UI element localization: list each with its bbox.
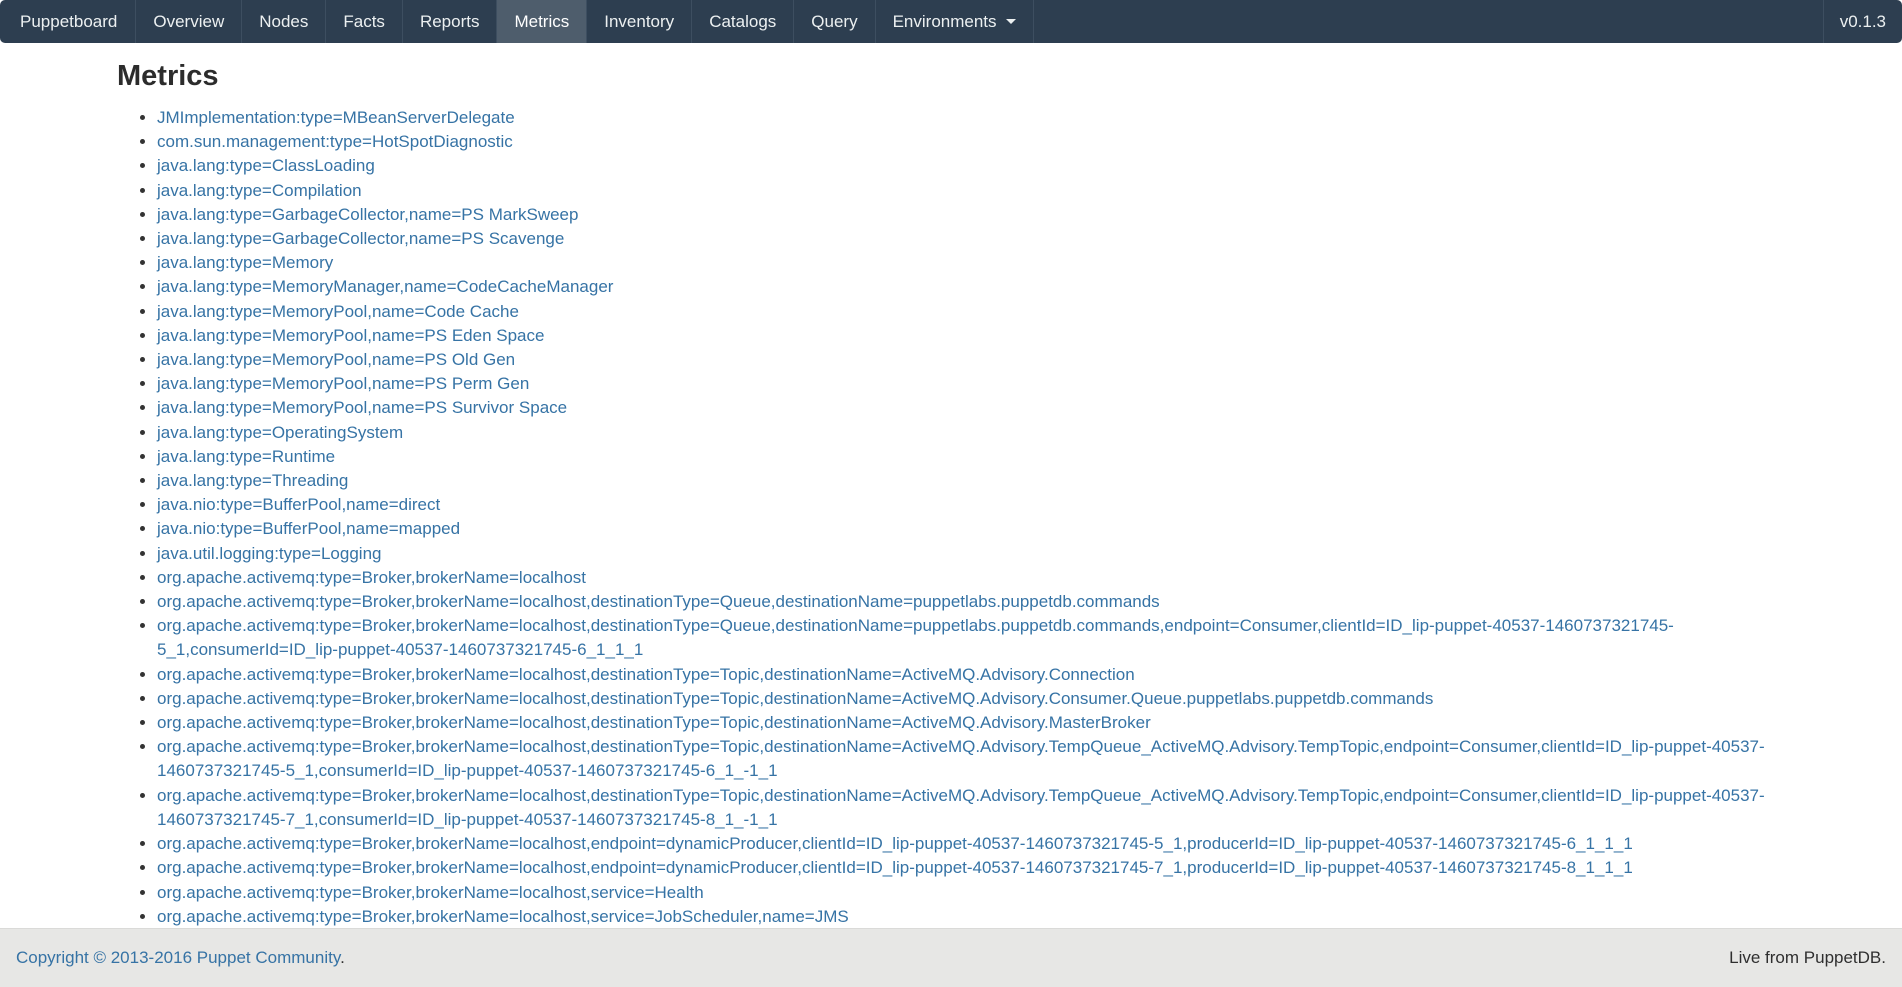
copyright-link[interactable]: Copyright © 2013-2016 Puppet Community — [16, 948, 340, 967]
metric-list-item: java.nio:type=BufferPool,name=mapped — [157, 517, 1785, 541]
chevron-down-icon — [1006, 19, 1016, 24]
metric-link[interactable]: java.lang:type=Runtime — [157, 447, 335, 466]
version-badge: v0.1.3 — [1823, 0, 1902, 43]
metric-link[interactable]: java.util.logging:type=Logging — [157, 544, 381, 563]
metric-list-item: java.lang:type=MemoryPool,name=PS Eden S… — [157, 324, 1785, 348]
metric-list-item: java.nio:type=BufferPool,name=direct — [157, 493, 1785, 517]
metric-link[interactable]: org.apache.activemq:type=Broker,brokerNa… — [157, 665, 1135, 684]
metric-link[interactable]: java.nio:type=BufferPool,name=mapped — [157, 519, 460, 538]
metric-link[interactable]: java.lang:type=GarbageCollector,name=PS … — [157, 205, 578, 224]
navbar-spacer — [1034, 0, 1823, 43]
top-navbar: Puppetboard Overview Nodes Facts Reports… — [0, 0, 1902, 43]
metric-list-item: org.apache.activemq:type=Broker,brokerNa… — [157, 905, 1785, 929]
metric-link[interactable]: java.lang:type=MemoryManager,name=CodeCa… — [157, 277, 613, 296]
metric-list-item: java.lang:type=Threading — [157, 469, 1785, 493]
metric-list-item: org.apache.activemq:type=Broker,brokerNa… — [157, 856, 1785, 880]
metric-list-item: java.lang:type=GarbageCollector,name=PS … — [157, 227, 1785, 251]
metric-list-item: java.lang:type=MemoryPool,name=PS Old Ge… — [157, 348, 1785, 372]
metric-list-item: org.apache.activemq:type=Broker,brokerNa… — [157, 832, 1785, 856]
nav-tab-facts[interactable]: Facts — [326, 0, 403, 43]
main-content: Metrics JMImplementation:type=MBeanServe… — [0, 59, 1902, 929]
nav-tab-inventory[interactable]: Inventory — [587, 0, 692, 43]
metric-list-item: com.sun.management:type=HotSpotDiagnosti… — [157, 130, 1785, 154]
metric-link[interactable]: JMImplementation:type=MBeanServerDelegat… — [157, 108, 515, 127]
metric-list-item: java.util.logging:type=Logging — [157, 542, 1785, 566]
metric-link[interactable]: java.lang:type=Memory — [157, 253, 333, 272]
metric-link[interactable]: org.apache.activemq:type=Broker,brokerNa… — [157, 713, 1151, 732]
metric-list-item: JMImplementation:type=MBeanServerDelegat… — [157, 106, 1785, 130]
metric-link[interactable]: java.lang:type=ClassLoading — [157, 156, 375, 175]
metric-link[interactable]: java.lang:type=MemoryPool,name=PS Surviv… — [157, 398, 567, 417]
metric-list-item: java.lang:type=MemoryPool,name=PS Perm G… — [157, 372, 1785, 396]
copyright-suffix: . — [340, 948, 345, 967]
metric-list-item: org.apache.activemq:type=Broker,brokerNa… — [157, 614, 1785, 662]
metric-list-item: java.lang:type=Memory — [157, 251, 1785, 275]
nav-tab-catalogs[interactable]: Catalogs — [692, 0, 794, 43]
nav-tab-query[interactable]: Query — [794, 0, 875, 43]
nav-tab-environments[interactable]: Environments — [876, 0, 1034, 43]
metric-link[interactable]: java.lang:type=GarbageCollector,name=PS … — [157, 229, 564, 248]
metric-link[interactable]: org.apache.activemq:type=Broker,brokerNa… — [157, 592, 1160, 611]
metric-link[interactable]: org.apache.activemq:type=Broker,brokerNa… — [157, 907, 849, 926]
metric-link[interactable]: org.apache.activemq:type=Broker,brokerNa… — [157, 568, 586, 587]
metric-link[interactable]: java.lang:type=MemoryPool,name=PS Old Ge… — [157, 350, 515, 369]
metric-link[interactable]: org.apache.activemq:type=Broker,brokerNa… — [157, 689, 1433, 708]
metric-link[interactable]: java.lang:type=MemoryPool,name=Code Cach… — [157, 302, 519, 321]
metric-link[interactable]: org.apache.activemq:type=Broker,brokerNa… — [157, 737, 1765, 780]
metric-link[interactable]: java.lang:type=Compilation — [157, 181, 362, 200]
footer: Copyright © 2013-2016 Puppet Community. … — [0, 928, 1902, 987]
metric-list-item: java.lang:type=MemoryManager,name=CodeCa… — [157, 275, 1785, 299]
metric-list-item: java.lang:type=Compilation — [157, 179, 1785, 203]
metric-list-item: org.apache.activemq:type=Broker,brokerNa… — [157, 784, 1785, 832]
metrics-list: JMImplementation:type=MBeanServerDelegat… — [117, 106, 1785, 929]
metric-list-item: java.lang:type=GarbageCollector,name=PS … — [157, 203, 1785, 227]
metric-list-item: org.apache.activemq:type=Broker,brokerNa… — [157, 663, 1785, 687]
metric-link[interactable]: java.lang:type=MemoryPool,name=PS Perm G… — [157, 374, 529, 393]
metric-list-item: org.apache.activemq:type=Broker,brokerNa… — [157, 881, 1785, 905]
footer-copyright: Copyright © 2013-2016 Puppet Community. — [16, 948, 345, 968]
metric-list-item: org.apache.activemq:type=Broker,brokerNa… — [157, 687, 1785, 711]
metric-link[interactable]: java.lang:type=OperatingSystem — [157, 423, 403, 442]
nav-tab-overview[interactable]: Overview — [136, 0, 242, 43]
nav-tab-environments-label: Environments — [893, 12, 997, 32]
metric-link[interactable]: org.apache.activemq:type=Broker,brokerNa… — [157, 786, 1765, 829]
nav-tab-metrics[interactable]: Metrics — [497, 0, 587, 43]
metric-list-item: org.apache.activemq:type=Broker,brokerNa… — [157, 566, 1785, 590]
metric-link[interactable]: java.nio:type=BufferPool,name=direct — [157, 495, 440, 514]
metric-link[interactable]: org.apache.activemq:type=Broker,brokerNa… — [157, 834, 1633, 853]
metric-list-item: org.apache.activemq:type=Broker,brokerNa… — [157, 590, 1785, 614]
brand-puppetboard[interactable]: Puppetboard — [0, 0, 136, 43]
metric-list-item: java.lang:type=OperatingSystem — [157, 421, 1785, 445]
metric-link[interactable]: com.sun.management:type=HotSpotDiagnosti… — [157, 132, 513, 151]
metric-link[interactable]: java.lang:type=MemoryPool,name=PS Eden S… — [157, 326, 544, 345]
metric-link[interactable]: org.apache.activemq:type=Broker,brokerNa… — [157, 883, 704, 902]
metric-link[interactable]: org.apache.activemq:type=Broker,brokerNa… — [157, 858, 1633, 877]
nav-tab-nodes[interactable]: Nodes — [242, 0, 326, 43]
metric-list-item: java.lang:type=MemoryPool,name=Code Cach… — [157, 300, 1785, 324]
metric-link[interactable]: org.apache.activemq:type=Broker,brokerNa… — [157, 616, 1674, 659]
metric-list-item: org.apache.activemq:type=Broker,brokerNa… — [157, 711, 1785, 735]
metric-list-item: java.lang:type=ClassLoading — [157, 154, 1785, 178]
metric-list-item: java.lang:type=Runtime — [157, 445, 1785, 469]
page-title: Metrics — [117, 59, 1785, 93]
metric-list-item: org.apache.activemq:type=Broker,brokerNa… — [157, 735, 1785, 783]
metric-list-item: java.lang:type=MemoryPool,name=PS Surviv… — [157, 396, 1785, 420]
footer-status: Live from PuppetDB. — [1729, 948, 1886, 968]
nav-tab-reports[interactable]: Reports — [403, 0, 498, 43]
metric-link[interactable]: java.lang:type=Threading — [157, 471, 348, 490]
